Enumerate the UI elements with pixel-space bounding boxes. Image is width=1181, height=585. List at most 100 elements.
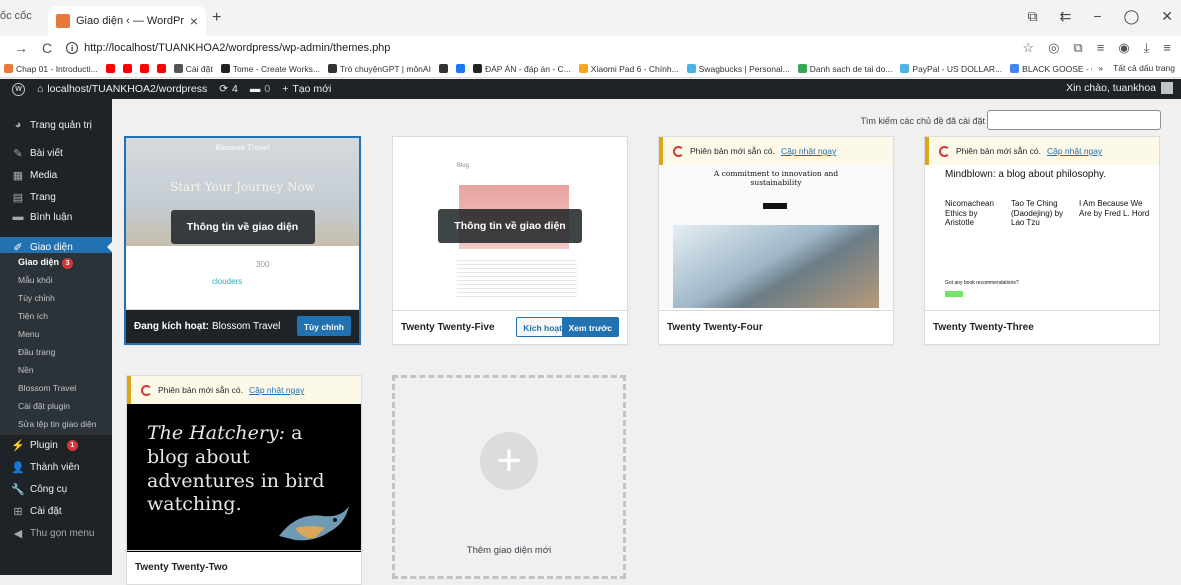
update-now-link[interactable]: Cập nhật ngay: [781, 146, 836, 156]
bookmark-item[interactable]: [122, 64, 132, 73]
bookmark-favicon-icon: [327, 64, 337, 73]
back-panel-icon[interactable]: ⇇: [1060, 8, 1072, 25]
minimize-icon[interactable]: −: [1093, 8, 1101, 25]
sidebar-item-collapse[interactable]: ◀ Thu gọn menu: [0, 523, 112, 543]
bookmark-item[interactable]: [156, 64, 166, 73]
bookmark-item[interactable]: Swagbucks | Personal...: [686, 64, 790, 74]
update-now-link[interactable]: Cập nhật ngay: [1047, 146, 1102, 156]
url-text[interactable]: http://localhost/TUANKHOA2/wordpress/wp-…: [84, 42, 390, 54]
sidebar-item-settings[interactable]: ⊞ Cài đặt: [0, 501, 112, 521]
submenu-item[interactable]: Sửa tệp tin giao diện: [18, 419, 96, 429]
submenu-item[interactable]: Tùy chỉnh: [18, 293, 55, 303]
update-icon: [673, 145, 684, 157]
admin-sidebar: ◕ Trang quản trị ✎ Bài viết ▦ Media ▤ Trang ▬ Bìn…: [0, 99, 112, 575]
info-icon[interactable]: i: [66, 42, 79, 54]
bookmark-item[interactable]: PayPal - US DOLLAR...: [900, 64, 1002, 74]
sidebar-item-dashboard[interactable]: ◕ Trang quản trị: [0, 115, 112, 135]
new-content-link[interactable]: + Tạo mới: [282, 83, 331, 95]
update-now-link[interactable]: Cập nhật ngay: [249, 385, 304, 395]
reading-list-icon[interactable]: ≡: [1097, 40, 1105, 56]
sidebar-item-plugin[interactable]: ⚡ Plugin 1: [0, 435, 112, 455]
sidebar-item-users[interactable]: 👤 Thành viên: [0, 457, 112, 477]
submenu-item[interactable]: Tiện ích: [18, 311, 48, 321]
tt5-blog-text: Blog: [457, 163, 470, 169]
theme-screenshot-blossom-travel[interactable]: Blossom Travel Start Your Journey Now 30…: [126, 138, 359, 309]
theme-details-button[interactable]: Thông tin về giao diện: [170, 210, 315, 244]
comment-icon: ▬: [12, 211, 24, 223]
wp-admin-bar: W ⌂ localhost/TUANKHOA2/wordpress ⟳ 4 ▬ …: [0, 79, 1181, 99]
sidebar-item-media[interactable]: ▦ Media: [0, 165, 112, 185]
preview-button[interactable]: Xem trước: [561, 317, 619, 337]
new-tab-icon[interactable]: +: [212, 9, 221, 27]
submenu-item[interactable]: Nền: [18, 365, 34, 375]
sidebar-item-label: Bài viết: [30, 147, 63, 159]
theme-details-button[interactable]: Thông tin về giao diện: [438, 209, 582, 243]
bookmark-item[interactable]: [455, 64, 465, 73]
user-account-link[interactable]: Xin chào, tuankhoa: [1066, 82, 1173, 94]
site-name: localhost/TUANKHOA2/wordpress: [47, 83, 208, 95]
restore-icon[interactable]: ◯: [1124, 8, 1140, 25]
bookmark-item[interactable]: Danh sach de tai do...: [797, 64, 892, 74]
bookmark-item[interactable]: [105, 64, 115, 73]
submenu-item[interactable]: Cài đặt plugin: [18, 401, 70, 411]
bookmark-favicon-icon: [139, 64, 149, 73]
back-arrow-icon[interactable]: →: [14, 40, 28, 56]
bookmark-item[interactable]: [139, 64, 149, 73]
appearance-icon: ✐: [13, 241, 23, 254]
wordpress-logo-icon[interactable]: W: [12, 82, 25, 96]
site-name-link[interactable]: ⌂ localhost/TUANKHOA2/wordpress: [37, 83, 207, 95]
update-icon: [141, 384, 152, 396]
star-icon[interactable]: ☆: [1022, 40, 1034, 56]
blossom-footer-area: 300 clouders: [126, 246, 359, 309]
submenu-item[interactable]: Blossom Travel: [18, 383, 76, 393]
shield-icon[interactable]: ◎: [1048, 40, 1059, 56]
submenu-item[interactable]: Giao diện 3: [18, 257, 74, 269]
bookmark-item[interactable]: Tome - Create Works...: [220, 64, 320, 74]
sidebar-item-pin[interactable]: ✎ Bài viết: [0, 143, 112, 163]
theme-screenshot-twenty-twenty-five[interactable]: Blog Thông tin về giao diện: [393, 137, 627, 308]
sidebar-item-label: Cài đặt: [30, 505, 62, 517]
submenu-item[interactable]: Đầu trang: [18, 347, 55, 357]
tt4-cta-button: [763, 203, 787, 209]
bookmark-item[interactable]: Xiaomi Pad 6 - Chính...: [578, 64, 679, 74]
bookmark-favicon-icon: [472, 64, 482, 73]
sidebar-panel-icon[interactable]: ⧉: [1028, 8, 1038, 25]
theme-card-twenty-twenty-five[interactable]: Blog Thông tin về giao diện Twenty Twent…: [392, 136, 628, 345]
updates-link[interactable]: ⟳ 4: [219, 83, 238, 95]
sidebar-item-label: Thành viên: [30, 461, 80, 473]
bookmark-item[interactable]: Trò chuyệnGPT | mônAI: [327, 64, 431, 74]
bookmark-item[interactable]: ĐÁP ÁN - đáp án - C...: [472, 64, 571, 74]
tt3-column-3: I Am Because We Are by Fred L. Hord: [1079, 199, 1150, 218]
plus-icon[interactable]: +: [480, 432, 538, 490]
theme-card-twenty-twenty-three[interactable]: Mindblown: a blog about philosophy. Nico…: [924, 136, 1160, 345]
menu-icon[interactable]: ≡: [1163, 40, 1171, 56]
bookmark-item[interactable]: [438, 64, 448, 73]
more-bookmarks-icon[interactable]: »: [1098, 63, 1103, 73]
customize-button[interactable]: Tùy chỉnh: [296, 316, 351, 336]
active-tab[interactable]: Giao diện ‹ — WordPress ×: [48, 6, 206, 36]
sidebar-item-label: Công cụ: [30, 483, 68, 495]
bookmark-item[interactable]: Chap 01 - Introducti...: [4, 64, 98, 74]
previous-tab[interactable]: ốc cốc: [0, 10, 32, 22]
theme-card-twenty-twenty-four[interactable]: A commitment to innovation and sustainab…: [658, 136, 894, 345]
close-tab-icon[interactable]: ×: [190, 13, 198, 29]
add-new-theme-card[interactable]: + Thêm giao diện mới: [392, 375, 626, 579]
theme-card-twenty-twenty-two[interactable]: The Hatchery: a blog about adventures in…: [126, 375, 362, 585]
bookmark-item[interactable]: Cài đặt: [173, 64, 213, 74]
submenu-item[interactable]: Mẫu khối: [18, 275, 53, 285]
submenu-item[interactable]: Menu: [18, 329, 39, 339]
sidebar-item-comment[interactable]: ▬ Bình luận: [0, 207, 112, 227]
reload-icon[interactable]: C: [42, 40, 52, 56]
theme-search-input[interactable]: [987, 110, 1161, 130]
url-field[interactable]: i http://localhost/TUANKHOA2/wordpress/w…: [66, 42, 390, 54]
vpn-icon[interactable]: ◉: [1118, 40, 1129, 56]
download-icon[interactable]: ⤓: [1144, 40, 1150, 56]
extensions-icon[interactable]: ⧉: [1073, 40, 1082, 56]
all-bookmarks-link[interactable]: » Tất cả dấu trang: [1092, 63, 1175, 73]
close-window-icon[interactable]: ✕: [1161, 8, 1173, 25]
sidebar-item-tools[interactable]: 🔧 Công cụ: [0, 479, 112, 499]
bookmark-favicon-icon: [173, 64, 183, 73]
comments-link[interactable]: ▬ 0: [250, 83, 270, 95]
theme-card-blossom-travel[interactable]: Blossom Travel Start Your Journey Now 30…: [124, 136, 361, 345]
sidebar-item-page[interactable]: ▤ Trang: [0, 187, 112, 207]
